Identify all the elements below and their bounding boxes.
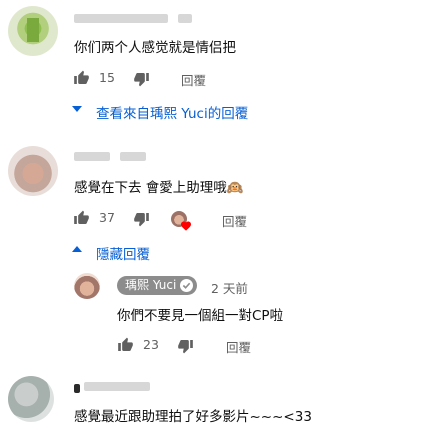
thumb-down-icon[interactable] — [133, 211, 150, 227]
comment-1-author-extra — [178, 14, 192, 23]
hide-replies-toggle[interactable]: 隱藏回覆 — [96, 243, 150, 263]
comment-2-reply-button[interactable]: 回覆 — [222, 211, 247, 230]
comment-3-author[interactable] — [84, 382, 150, 391]
reply-avatar[interactable] — [74, 273, 100, 299]
comment-1-text: 你们两个人感觉就是情侣把 — [74, 40, 236, 56]
thumb-down-icon[interactable] — [177, 338, 194, 354]
comment-3-avatar[interactable] — [8, 376, 54, 422]
creator-name-badge[interactable]: 瑀熙 Yuci — [117, 276, 198, 295]
view-replies-toggle[interactable]: 查看來自瑀熙 Yuci的回覆 — [96, 102, 248, 122]
caret-up-icon[interactable] — [72, 246, 82, 252]
reply-text: 你們不要見一個組一對CP啦 — [117, 308, 284, 324]
caret-down-icon[interactable] — [72, 106, 82, 112]
thumb-up-icon[interactable] — [117, 337, 134, 353]
thumb-up-icon[interactable] — [73, 210, 90, 226]
comment-2-text: 感覺在下去 會愛上助理哦🙉 — [74, 180, 244, 196]
comment-3-author-mark — [74, 384, 80, 393]
comment-1-like-count: 15 — [99, 70, 115, 85]
reply-timestamp[interactable]: 2 天前 — [211, 278, 248, 297]
reply-reply-button[interactable]: 回覆 — [226, 337, 251, 356]
reply-author: 瑀熙 Yuci — [125, 278, 177, 292]
heart-icon — [181, 221, 191, 231]
comment-2-author[interactable] — [74, 152, 110, 161]
comment-1-avatar[interactable] — [8, 6, 58, 56]
comment-2-author-extra — [120, 152, 146, 161]
comment-2-like-count: 37 — [99, 210, 115, 225]
thumb-up-icon[interactable] — [73, 70, 90, 86]
comment-1-reply-button[interactable]: 回覆 — [181, 70, 206, 89]
thumb-down-icon[interactable] — [133, 71, 150, 87]
comment-1-author[interactable] — [74, 14, 168, 23]
reply-like-count: 23 — [143, 337, 159, 352]
comment-3-text: 感覺最近跟助理拍了好多影片~~~<33 — [74, 409, 312, 425]
verified-check-icon — [180, 279, 194, 292]
comment-2-avatar[interactable] — [8, 146, 58, 196]
